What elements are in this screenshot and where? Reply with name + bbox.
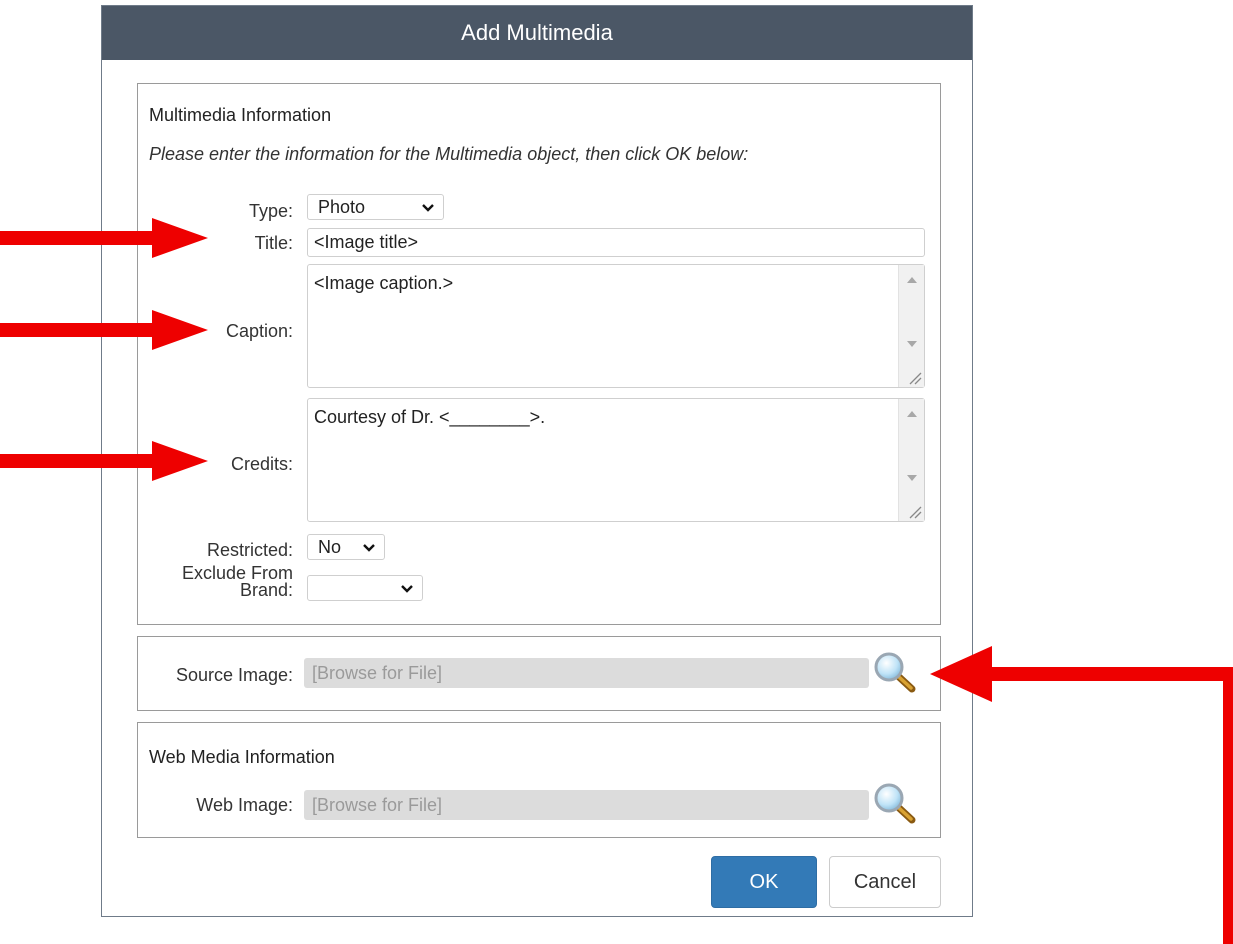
exclude-from-brand-label: Exclude From Brand: <box>138 564 293 600</box>
multimedia-information-panel: Multimedia Information Please enter the … <box>137 83 941 625</box>
web-media-information-panel: Web Media Information Web Image: [Browse… <box>137 722 941 838</box>
resize-grip-icon[interactable] <box>908 505 922 519</box>
scroll-down-icon[interactable] <box>907 341 917 347</box>
web-image-label: Web Image: <box>196 795 293 815</box>
instructions-text: Please enter the information for the Mul… <box>149 144 749 164</box>
source-image-label: Source Image: <box>175 665 293 685</box>
arrow-icon <box>0 218 208 258</box>
exclude-from-brand-label-line2: Brand: <box>239 580 293 600</box>
type-select[interactable]: Photo <box>307 194 444 220</box>
exclude-from-brand-select[interactable] <box>307 575 423 601</box>
caption-scrollbar[interactable] <box>898 265 924 387</box>
multimedia-information-heading: Multimedia Information <box>149 105 332 125</box>
scroll-up-icon[interactable] <box>907 277 917 283</box>
caption-textarea[interactable]: <Image caption.> <box>307 264 925 388</box>
magnifier-icon[interactable] <box>872 781 918 825</box>
dialog-title: Add Multimedia <box>102 6 972 60</box>
arrow-icon <box>0 310 208 350</box>
chevron-down-icon <box>422 204 434 212</box>
credits-scrollbar[interactable] <box>898 399 924 521</box>
arrow-icon <box>0 441 208 481</box>
title-input[interactable]: <Image title> <box>307 228 925 257</box>
source-image-panel: Source Image: [Browse for File] <box>137 636 941 711</box>
credits-text: Courtesy of Dr. <________>. <box>314 407 546 427</box>
arrow-icon <box>930 646 1233 944</box>
magnifier-icon[interactable] <box>872 650 918 694</box>
restricted-label: Restricted: <box>206 540 293 560</box>
chevron-down-icon <box>401 585 413 593</box>
ok-button[interactable]: OK <box>711 856 817 908</box>
resize-grip-icon[interactable] <box>908 371 922 385</box>
caption-text: <Image caption.> <box>314 273 454 293</box>
restricted-select-value: No <box>318 536 342 557</box>
chevron-down-icon <box>363 544 375 552</box>
add-multimedia-dialog: Add Multimedia Multimedia Information Pl… <box>101 5 973 917</box>
type-select-value: Photo <box>318 196 366 217</box>
source-image-file-input[interactable]: [Browse for File] <box>304 658 869 688</box>
web-media-information-heading: Web Media Information <box>149 747 335 767</box>
credits-textarea[interactable]: Courtesy of Dr. <________>. <box>307 398 925 522</box>
restricted-select[interactable]: No <box>307 534 385 560</box>
scroll-up-icon[interactable] <box>907 411 917 417</box>
web-image-file-input[interactable]: [Browse for File] <box>304 790 869 820</box>
scroll-down-icon[interactable] <box>907 475 917 481</box>
cancel-button[interactable]: Cancel <box>829 856 941 908</box>
